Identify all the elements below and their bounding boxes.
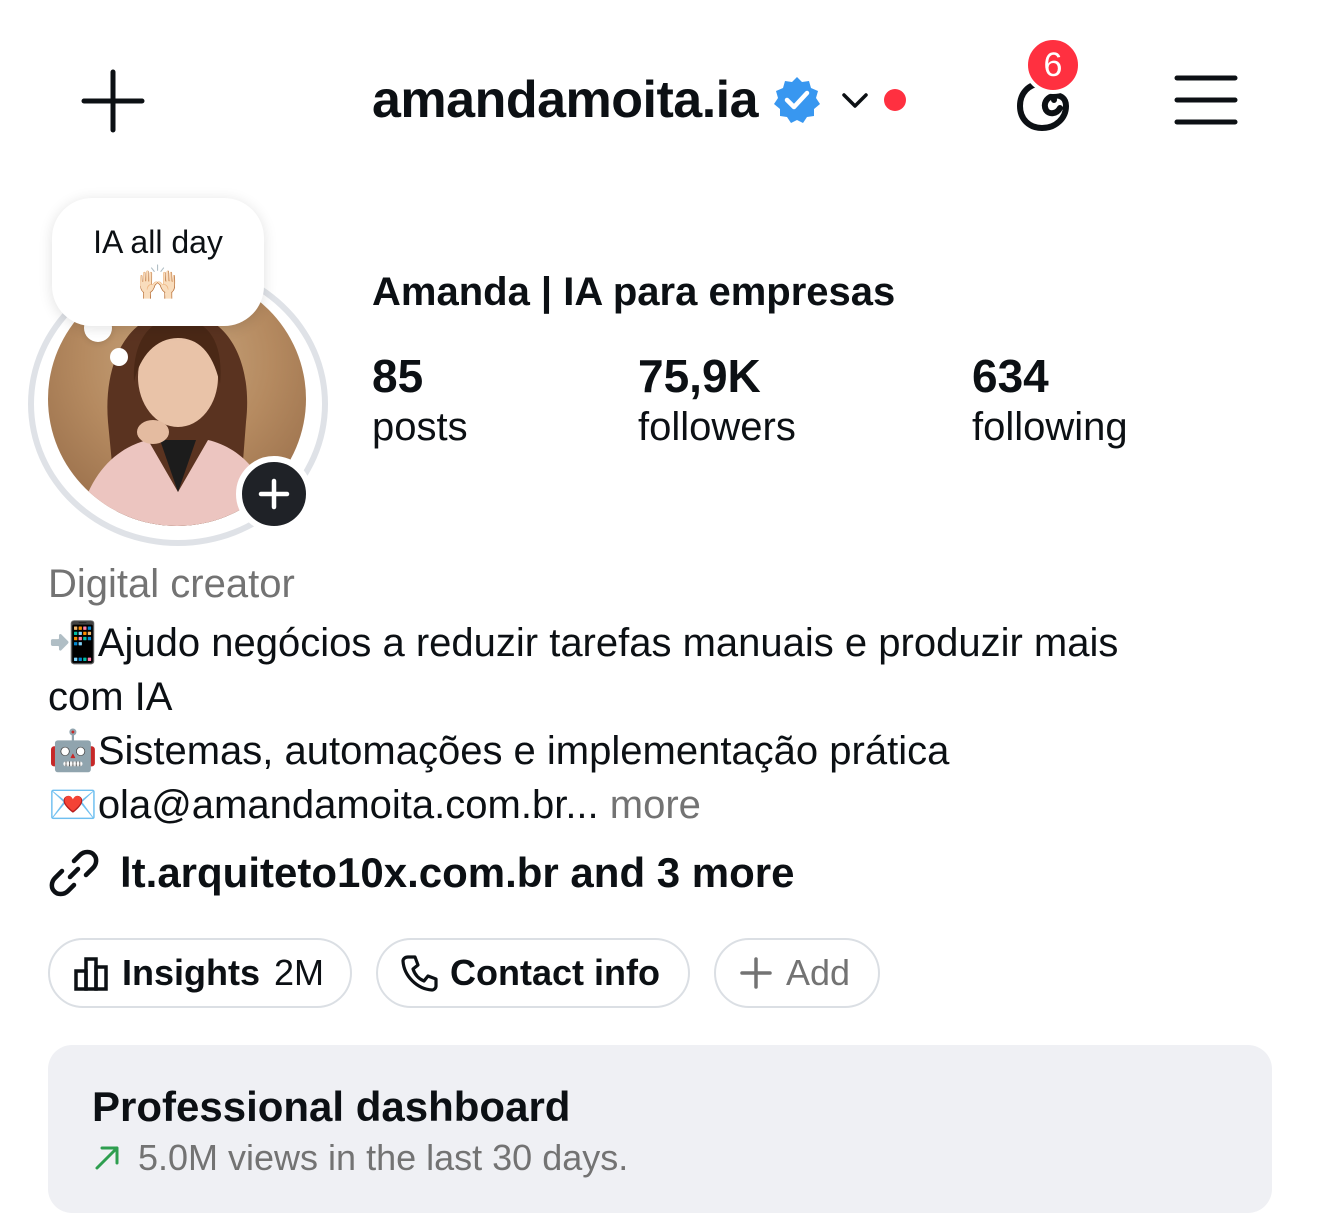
professional-dashboard-card[interactable]: Professional dashboard 5.0M views in the… [48, 1045, 1272, 1213]
bio-text: com IA [48, 675, 173, 719]
dashboard-title: Professional dashboard [92, 1083, 571, 1130]
stat-posts-value: 85 [372, 350, 424, 402]
bio-line: com IA [48, 670, 1278, 724]
link-icon [49, 849, 99, 897]
bio-text: Ajudo negócios a reduzir tarefas manuais… [97, 621, 1119, 665]
phone-icon [401, 955, 438, 992]
plus-icon [258, 478, 290, 510]
stat-followers-label: followers [638, 405, 796, 449]
stat-posts[interactable]: 85 posts [372, 350, 468, 452]
love-letter-emoji: 💌 [48, 783, 98, 827]
stat-following[interactable]: 634 following [972, 350, 1128, 452]
robot-emoji: 🤖 [48, 729, 98, 773]
profile-links[interactable]: lt.arquiteto10x.com.br and 3 more [48, 846, 795, 900]
notification-count: 6 [1043, 45, 1063, 84]
stat-followers[interactable]: 75,9K followers [638, 350, 796, 452]
contact-info-label: Contact info [450, 952, 660, 993]
add-label: Add [786, 952, 851, 993]
account-switcher[interactable]: amandamoita.ia [372, 64, 907, 136]
insights-label: Insights [122, 952, 261, 993]
top-bar: amandamoita.ia 6 [0, 0, 1320, 200]
chevron-down-icon [842, 93, 868, 108]
profile-category: Digital creator [48, 562, 295, 606]
stat-followers-value: 75,9K [638, 350, 761, 402]
add-button[interactable]: Add [714, 938, 880, 1008]
display-name: Amanda | IA para empresas [372, 270, 896, 314]
bio-email: ola@amandamoita.com.br... [97, 783, 599, 827]
stat-following-value: 634 [972, 350, 1049, 402]
note-bubble-tail-small [110, 348, 128, 366]
bio-line: 💌ola@amandamoita.com.br... more [48, 778, 1278, 832]
hamburger-menu-icon[interactable] [1174, 74, 1238, 126]
contact-info-button[interactable]: Contact info [376, 938, 690, 1008]
add-story-button[interactable] [236, 456, 312, 532]
bio-text: Sistemas, automações e implementação prá… [97, 729, 950, 773]
stat-posts-label: posts [372, 405, 468, 449]
verified-badge-icon [774, 77, 821, 123]
username: amandamoita.ia [372, 71, 759, 129]
note-emoji: 🙌🏻 [136, 264, 180, 302]
bio: 📲Ajudo negócios a reduzir tarefas manuai… [48, 616, 1278, 832]
note-text: IA all day [93, 224, 223, 260]
dashboard-views-text: 5.0M views in the last 30 days. [138, 1137, 629, 1178]
insights-value: 2M [274, 952, 325, 993]
unread-dot [884, 89, 907, 111]
insights-button[interactable]: Insights 2M [48, 938, 352, 1008]
phone-arrow-emoji: 📲 [48, 621, 98, 665]
plus-icon [740, 957, 772, 989]
bio-line: 🤖Sistemas, automações e implementação pr… [48, 724, 1278, 778]
trend-up-arrow-icon [95, 1146, 119, 1170]
bar-chart-icon [74, 957, 108, 991]
bio-line: 📲Ajudo negócios a reduzir tarefas manuai… [48, 616, 1278, 670]
notification-badge: 6 [1024, 36, 1082, 94]
profile-note[interactable]: IA all day 🙌🏻 [52, 198, 264, 326]
bio-more-link[interactable]: more [610, 783, 701, 827]
stat-following-label: following [972, 405, 1128, 449]
dashboard-subtitle: 5.0M views in the last 30 days. [92, 1137, 628, 1179]
create-plus-icon[interactable] [80, 68, 146, 134]
link-text: lt.arquiteto10x.com.br and 3 more [120, 849, 795, 896]
